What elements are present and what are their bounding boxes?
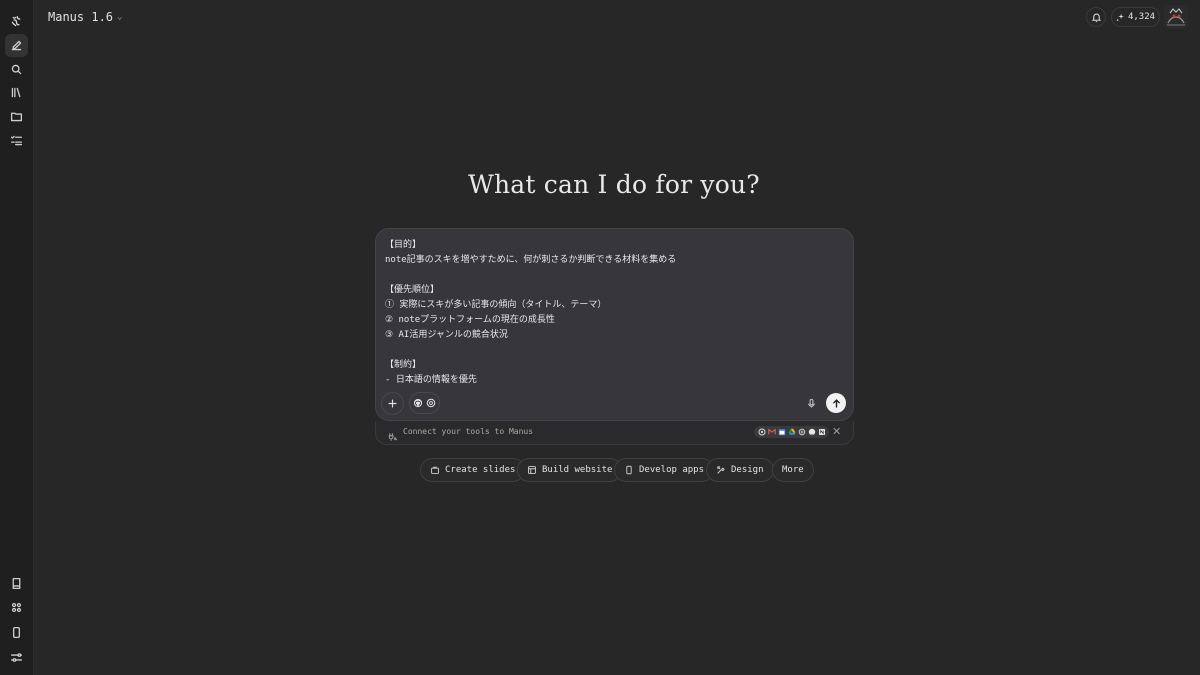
more-label: More — [782, 465, 804, 475]
sidebar — [0, 0, 34, 675]
create-slides-button[interactable]: Create slides — [420, 458, 526, 482]
connect-tools-bar[interactable]: Connect your tools to Manus ✕ — [375, 421, 854, 445]
more-button[interactable]: More — [772, 458, 814, 482]
close-icon[interactable]: ✕ — [832, 425, 841, 438]
chrome-icon — [426, 398, 436, 408]
model-selector[interactable]: Manus 1.6 ⌄ — [48, 10, 122, 24]
phone-icon — [626, 465, 632, 475]
github-icon — [807, 427, 816, 437]
connected-tools-button[interactable] — [409, 392, 440, 414]
send-button[interactable] — [826, 393, 846, 413]
develop-apps-label: Develop apps — [639, 465, 705, 475]
book-icon[interactable] — [5, 572, 28, 595]
drive-icon — [787, 427, 796, 437]
openai-icon — [797, 427, 806, 437]
search-icon[interactable] — [5, 58, 28, 81]
notion-icon — [817, 427, 826, 437]
slides-icon — [431, 466, 439, 474]
chrome-icon — [757, 427, 766, 437]
page-title: What can I do for you? — [468, 170, 760, 199]
connector-icons[interactable] — [754, 426, 829, 438]
edit-icon[interactable] — [5, 34, 28, 57]
credits-count: 4,324 — [1127, 12, 1156, 22]
task-list-icon[interactable] — [5, 129, 28, 152]
library-icon[interactable] — [5, 81, 28, 104]
add-button[interactable] — [381, 392, 404, 415]
logo-icon[interactable] — [5, 10, 28, 33]
connect-tools-label: Connect your tools to Manus — [403, 427, 534, 436]
chevron-down-icon: ⌄ — [117, 12, 123, 22]
microphone-button[interactable] — [804, 396, 818, 410]
folder-icon[interactable] — [5, 105, 28, 128]
phone-icon[interactable] — [5, 621, 28, 644]
plug-icon — [388, 427, 398, 441]
github-icon — [413, 398, 423, 408]
design-icon — [717, 466, 725, 474]
design-label: Design — [731, 465, 764, 475]
notifications-button[interactable] — [1086, 7, 1106, 27]
avatar[interactable] — [1164, 5, 1188, 29]
plus-icon — [388, 399, 397, 408]
arrow-up-icon — [832, 398, 840, 408]
website-icon — [528, 466, 536, 474]
sliders-icon[interactable] — [5, 646, 28, 669]
app-title: Manus 1.6 — [48, 10, 114, 24]
grid-icon[interactable] — [5, 596, 28, 619]
design-button[interactable]: Design — [706, 458, 774, 482]
bell-icon — [1091, 13, 1101, 22]
mic-icon — [807, 398, 815, 408]
build-website-label: Build website — [542, 465, 613, 475]
develop-apps-button[interactable]: Develop apps — [614, 458, 715, 482]
composer-input[interactable]: 【目的】 note記事のスキを増やすために、何が刺さるか判断できる材料を集める … — [385, 238, 845, 388]
credits-button[interactable]: 4,324 — [1111, 7, 1160, 27]
calendar-icon — [777, 427, 786, 437]
sparkle-icon — [1116, 13, 1124, 21]
gmail-icon — [767, 427, 776, 437]
create-slides-label: Create slides — [445, 465, 516, 475]
composer[interactable]: 【目的】 note記事のスキを増やすために、何が刺さるか判断できる材料を集める … — [375, 228, 854, 421]
build-website-button[interactable]: Build website — [517, 458, 623, 482]
